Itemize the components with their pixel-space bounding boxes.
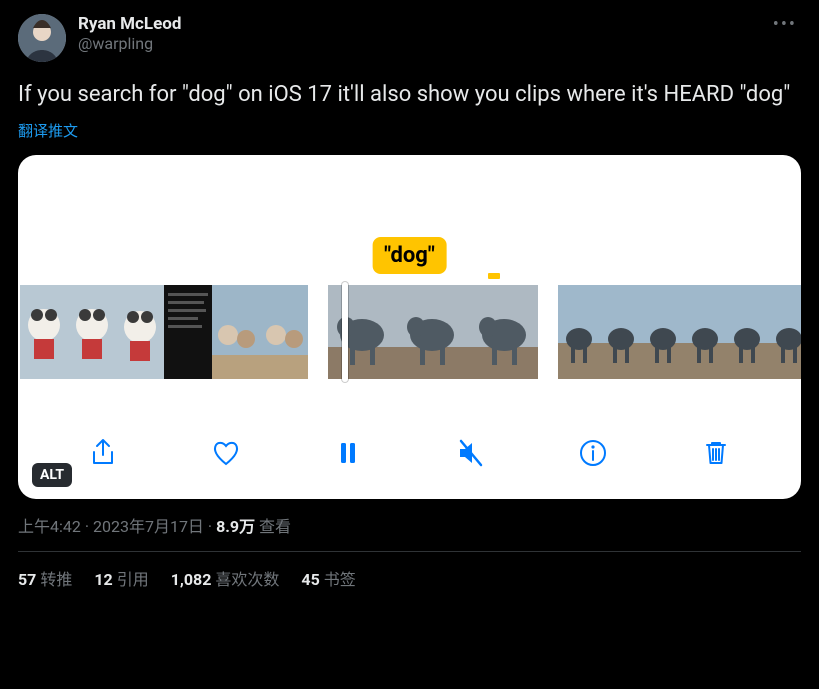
timeline-strip[interactable] bbox=[18, 285, 801, 379]
frame bbox=[726, 285, 768, 379]
display-name: Ryan McLeod bbox=[78, 14, 181, 34]
tweet-text: If you search for "dog" on iOS 17 it'll … bbox=[18, 80, 801, 110]
mute-icon bbox=[455, 437, 487, 469]
pause-icon bbox=[332, 437, 364, 469]
frame bbox=[468, 285, 538, 379]
info-icon bbox=[577, 437, 609, 469]
retweets-stat[interactable]: 57转推 bbox=[18, 566, 72, 590]
frame bbox=[68, 285, 116, 379]
info-button[interactable] bbox=[573, 433, 613, 473]
mute-button[interactable] bbox=[451, 433, 491, 473]
tweet-date[interactable]: 2023年7月17日 bbox=[93, 517, 204, 536]
delete-button[interactable] bbox=[696, 433, 736, 473]
clip-group-1[interactable] bbox=[20, 285, 308, 379]
tweet-header: Ryan McLeod @warpling ••• bbox=[18, 14, 801, 62]
author-handle: @warpling bbox=[78, 34, 181, 54]
tweet-stats: 57转推 12引用 1,082喜欢次数 45书签 bbox=[18, 566, 801, 590]
tweet-meta: 上午4:42 · 2023年7月17日 · 8.9万 查看 bbox=[18, 513, 801, 537]
more-button[interactable]: ••• bbox=[773, 14, 797, 35]
like-button[interactable] bbox=[206, 433, 246, 473]
avatar-image bbox=[18, 14, 66, 62]
share-button[interactable] bbox=[83, 433, 123, 473]
frame bbox=[164, 285, 212, 379]
frame bbox=[260, 285, 308, 379]
frame bbox=[768, 285, 801, 379]
frame bbox=[20, 285, 68, 379]
frame bbox=[684, 285, 726, 379]
views-count: 8.9万 bbox=[216, 517, 255, 536]
playhead[interactable] bbox=[342, 282, 348, 382]
avatar[interactable] bbox=[18, 14, 66, 62]
frame bbox=[212, 285, 260, 379]
media-toolbar bbox=[18, 433, 801, 473]
clip-group-3[interactable] bbox=[558, 285, 801, 379]
translate-link[interactable]: 翻译推文 bbox=[18, 120, 801, 141]
views-label: 查看 bbox=[255, 517, 291, 536]
divider bbox=[18, 551, 801, 552]
alt-badge[interactable]: ALT bbox=[32, 463, 72, 487]
frame bbox=[600, 285, 642, 379]
likes-stat[interactable]: 1,082喜欢次数 bbox=[171, 566, 280, 590]
clip-group-2[interactable] bbox=[328, 285, 538, 379]
frame bbox=[398, 285, 468, 379]
trash-icon bbox=[700, 437, 732, 469]
frame bbox=[328, 285, 398, 379]
tweet-container: Ryan McLeod @warpling ••• If you search … bbox=[0, 0, 819, 689]
tooltip-marker bbox=[488, 273, 500, 279]
heart-icon bbox=[210, 437, 242, 469]
frame bbox=[558, 285, 600, 379]
media-card[interactable]: "dog" bbox=[18, 155, 801, 499]
frame bbox=[116, 285, 164, 379]
frame bbox=[642, 285, 684, 379]
tweet-time[interactable]: 上午4:42 bbox=[18, 517, 81, 536]
share-icon bbox=[87, 437, 119, 469]
pause-button[interactable] bbox=[328, 433, 368, 473]
author-block[interactable]: Ryan McLeod @warpling bbox=[78, 14, 181, 54]
search-tooltip: "dog" bbox=[372, 237, 447, 274]
quotes-stat[interactable]: 12引用 bbox=[94, 566, 148, 590]
bookmarks-stat[interactable]: 45书签 bbox=[301, 566, 355, 590]
